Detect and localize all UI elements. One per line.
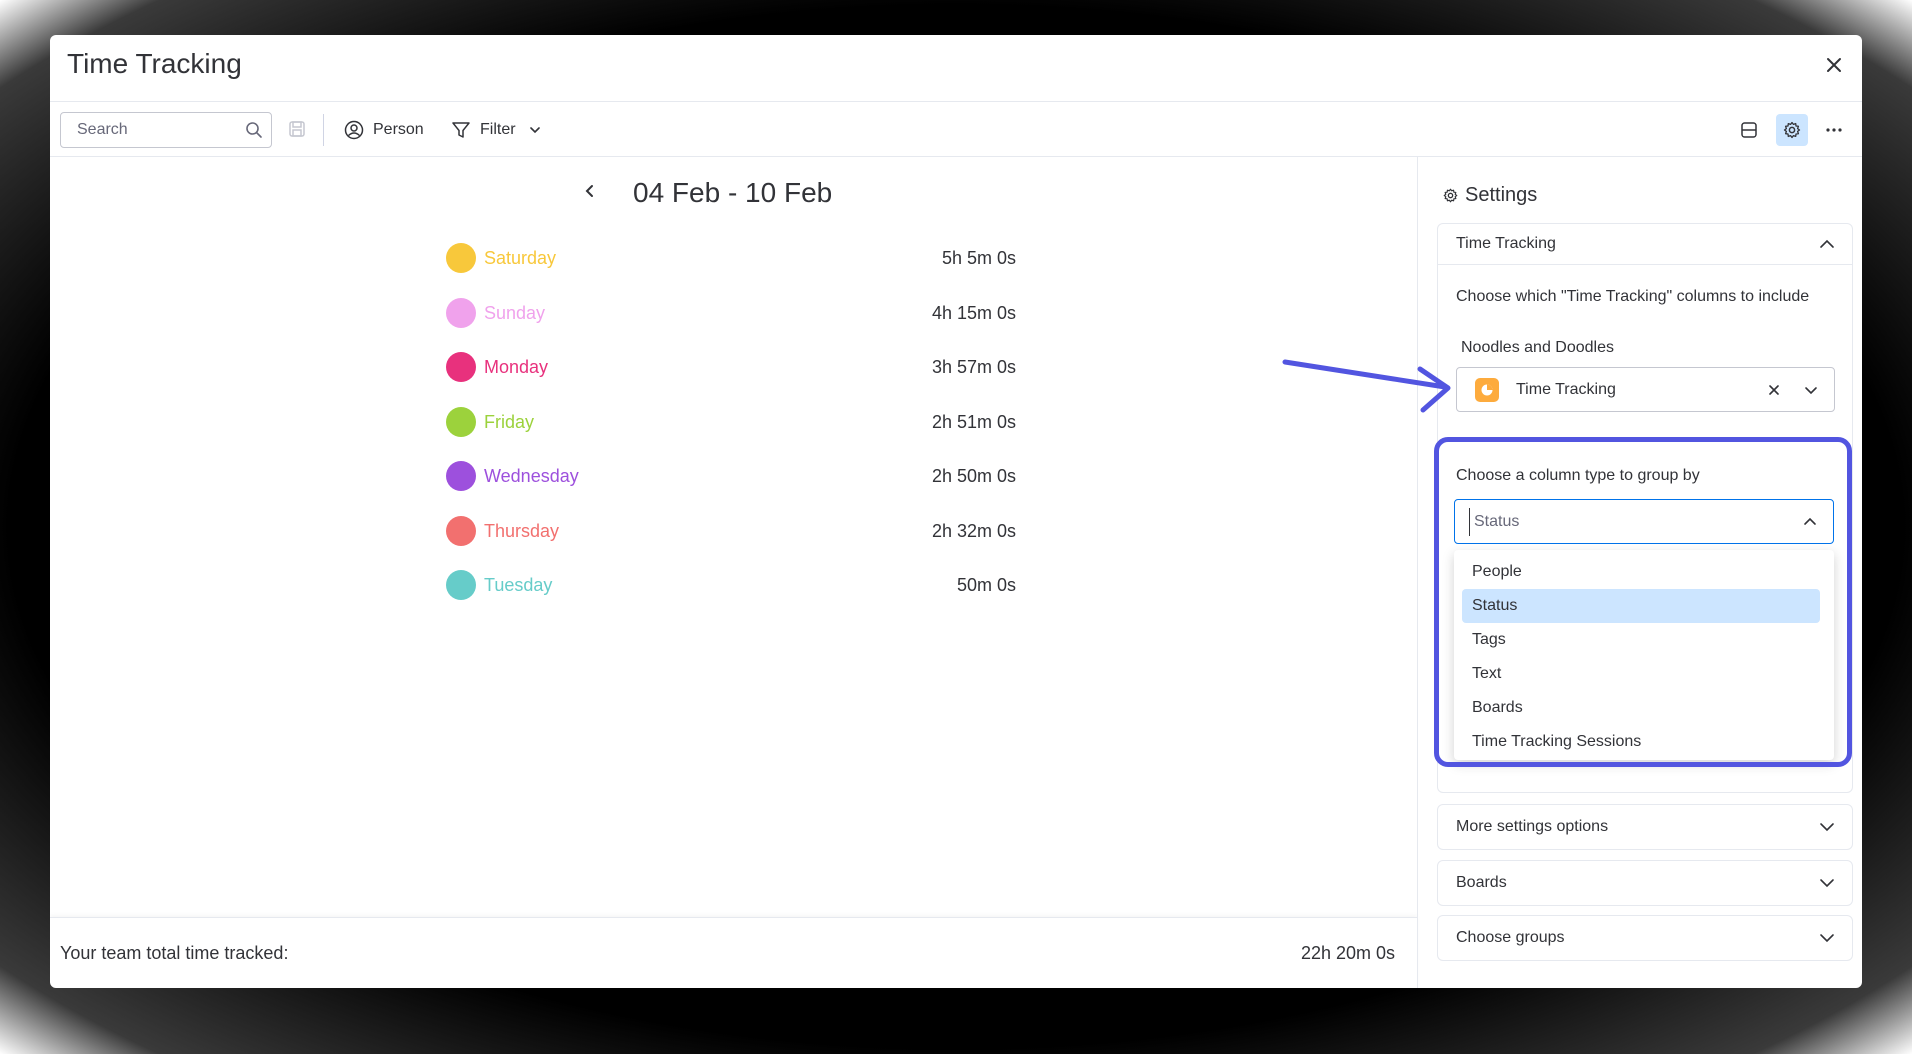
gear-icon — [1443, 188, 1458, 203]
person-icon — [344, 120, 364, 140]
layout-icon — [1741, 122, 1757, 138]
person-filter-label: Person — [373, 121, 424, 138]
group-option-boards[interactable]: Boards — [1462, 691, 1820, 725]
previous-week-button[interactable] — [578, 179, 602, 203]
choose-groups-section[interactable]: Choose groups — [1437, 915, 1853, 961]
chevron-up-icon[interactable] — [1801, 513, 1819, 531]
day-color-dot — [446, 461, 476, 491]
day-name: Saturday — [484, 248, 557, 268]
group-option-people[interactable]: People — [1462, 555, 1820, 589]
main-area: 04 Feb - 10 Feb Saturday 5h 5m 0s Sunday 4h… — [50, 157, 1417, 988]
day-time: 50m 0s — [956, 575, 1016, 595]
day-row: Monday 3h 57m 0s — [446, 349, 1016, 385]
search-icon[interactable] — [245, 121, 263, 139]
group-option-status[interactable]: Status — [1462, 589, 1820, 623]
day-color-dot — [446, 406, 476, 437]
group-by-prompt: Choose a column type to group by — [1456, 467, 1700, 484]
columns-prompt: Choose which "Time Tracking" columns to … — [1456, 288, 1810, 305]
more-options-button[interactable] — [1818, 114, 1850, 146]
day-row: Saturday 5h 5m 0s — [446, 240, 1016, 276]
week-range-label: 04 Feb - 10 Feb — [633, 177, 833, 208]
toolbar-divider — [323, 114, 324, 146]
time-tracking-column-icon — [1475, 378, 1499, 402]
day-name: Friday — [484, 411, 535, 432]
search-input[interactable] — [61, 113, 241, 147]
day-row: Tuesday 50m 0s — [446, 567, 1016, 603]
window-title: Time Tracking — [67, 48, 242, 79]
boards-section[interactable]: Boards — [1437, 860, 1853, 906]
clock-icon — [1481, 384, 1493, 396]
day-name: Thursday — [484, 520, 560, 541]
section-divider — [1438, 264, 1852, 265]
chevron-down-icon[interactable] — [1818, 929, 1836, 947]
board-name-label: Noodles and Doodles — [1461, 339, 1614, 356]
settings-header: Settings — [1443, 184, 1537, 207]
settings-button[interactable] — [1776, 114, 1808, 146]
day-name: Wednesday — [484, 466, 579, 486]
chevron-up-icon[interactable] — [1818, 235, 1836, 253]
filter-label: Filter — [480, 121, 516, 138]
filter-icon — [452, 122, 470, 138]
day-time: 3h 57m 0s — [931, 357, 1016, 377]
gear-icon — [1783, 121, 1801, 139]
week-navigation: 04 Feb - 10 Feb — [50, 157, 1417, 217]
day-color-dot — [446, 297, 476, 328]
day-color-dot — [446, 515, 476, 546]
team-total-label: Your team total time tracked: — [60, 943, 289, 963]
day-name: Tuesday — [484, 575, 553, 595]
day-name: Monday — [484, 357, 549, 377]
group-option-time-tracking-sessions[interactable]: Time Tracking Sessions — [1462, 725, 1820, 759]
time-tracking-column-select[interactable]: Time Tracking — [1456, 367, 1835, 412]
more-settings-header: More settings options — [1456, 818, 1609, 835]
day-time: 2h 50m 0s — [931, 466, 1016, 486]
selected-column-label: Time Tracking — [1516, 381, 1616, 398]
chevron-down-icon[interactable] — [1818, 818, 1836, 836]
day-row: Wednesday 2h 50m 0s — [446, 458, 1016, 494]
filter-button[interactable]: Filter — [447, 112, 546, 148]
day-row: Thursday 2h 32m 0s — [446, 513, 1016, 549]
toolbar: Person Filter — [50, 102, 1862, 157]
choose-groups-header: Choose groups — [1456, 929, 1565, 946]
day-time: 2h 51m 0s — [931, 411, 1016, 432]
window-header: Time Tracking — [50, 35, 1862, 102]
day-name: Sunday — [484, 302, 546, 323]
chevron-down-icon[interactable] — [1818, 874, 1836, 892]
chevron-down-icon — [529, 127, 540, 134]
day-time: 4h 15m 0s — [931, 302, 1016, 323]
more-settings-section[interactable]: More settings options — [1437, 804, 1853, 850]
close-button[interactable] — [1820, 51, 1848, 79]
chevron-down-icon[interactable] — [1802, 381, 1820, 399]
group-by-input[interactable] — [1469, 508, 1769, 536]
boards-section-header: Boards — [1456, 874, 1507, 891]
day-row: Friday 2h 51m 0s — [446, 404, 1016, 440]
day-color-dot — [446, 243, 476, 273]
day-color-dot — [446, 570, 476, 600]
team-total-footer: Your team total time tracked: 22h 20m 0s — [50, 917, 1417, 988]
team-total-value: 22h 20m 0s — [1300, 943, 1395, 963]
time-tracking-section-header[interactable]: Time Tracking — [1456, 235, 1556, 253]
day-color-dot — [446, 352, 476, 382]
layout-toggle-button[interactable] — [1733, 114, 1765, 146]
save-view-icon[interactable] — [287, 119, 307, 139]
group-option-tags[interactable]: Tags — [1462, 623, 1820, 657]
settings-title: Settings — [1465, 184, 1538, 206]
group-option-text[interactable]: Text — [1462, 657, 1820, 691]
chevron-left-icon — [585, 185, 593, 197]
close-icon — [1827, 58, 1841, 72]
day-time: 2h 32m 0s — [931, 520, 1016, 541]
search-box — [60, 112, 272, 148]
group-by-select[interactable] — [1454, 499, 1834, 544]
clear-icon[interactable] — [1766, 382, 1782, 398]
more-dots-icon — [1826, 128, 1842, 132]
day-time: 5h 5m 0s — [941, 248, 1016, 268]
person-filter-button[interactable]: Person — [340, 112, 428, 148]
day-row: Sunday 4h 15m 0s — [446, 295, 1016, 331]
group-by-options-menu: People Status Tags Text Boards Time Tracking … — [1454, 550, 1834, 760]
